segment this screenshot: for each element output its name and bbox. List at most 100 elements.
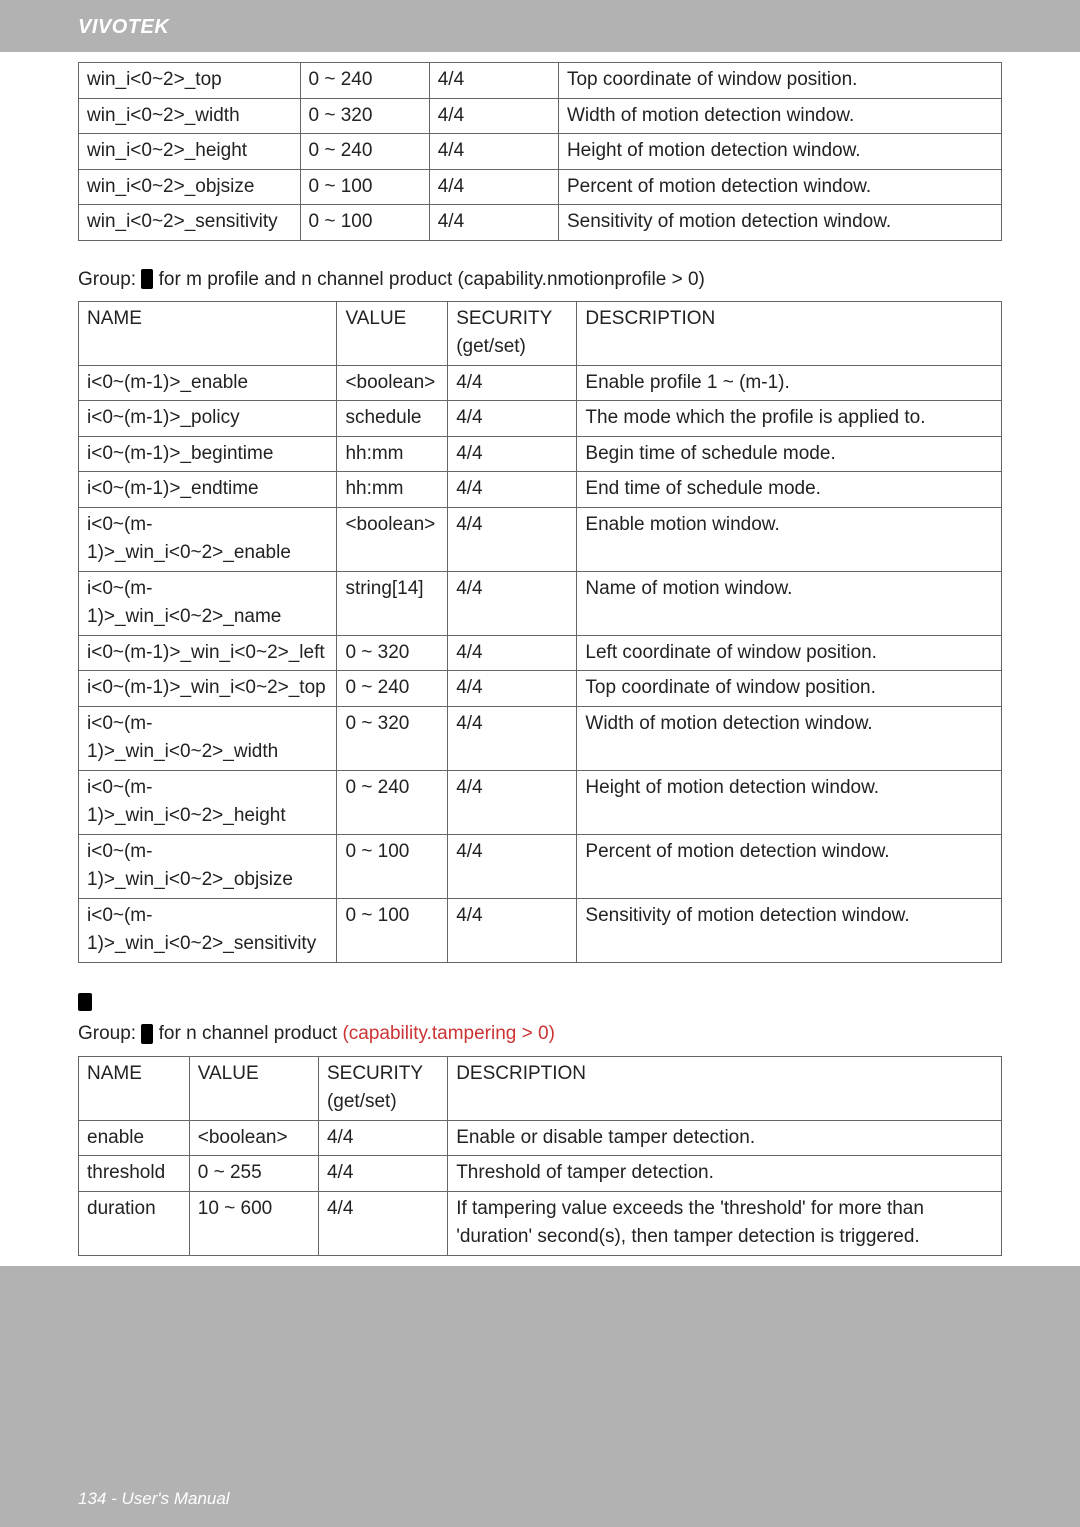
table-motion-profile: NAME VALUE SECURITY (get/set) DESCRIPTIO… — [78, 301, 1002, 963]
cell-security: 4/4 — [318, 1120, 447, 1156]
cell-description: Sensitivity of motion detection window. — [577, 898, 1002, 962]
cell-description: Enable or disable tamper detection. — [448, 1120, 1002, 1156]
cell-description: Enable motion window. — [577, 507, 1002, 571]
table-row: i<0~(m-1)>_win_i<0~2>_height0 ~ 2404/4He… — [79, 770, 1002, 834]
table-row: win_i<0~2>_height0 ~ 2404/4Height of mot… — [79, 134, 1002, 170]
cell-description: Sensitivity of motion detection window. — [558, 205, 1001, 241]
cell-value: 0 ~ 320 — [337, 706, 448, 770]
cell-security: 4/4 — [448, 635, 577, 671]
cell-description: If tampering value exceeds the 'threshol… — [448, 1191, 1002, 1255]
cell-name: i<0~(m-1)>_begintime — [79, 436, 337, 472]
cell-name: i<0~(m-1)>_win_i<0~2>_objsize — [79, 834, 337, 898]
cell-name: i<0~(m-1)>_win_i<0~2>_left — [79, 635, 337, 671]
col-value: VALUE — [189, 1056, 318, 1120]
cell-description: Width of motion detection window. — [577, 706, 1002, 770]
cell-value: hh:mm — [337, 472, 448, 508]
cell-value: 0 ~ 320 — [300, 98, 429, 134]
cell-security: 4/4 — [429, 63, 558, 99]
cell-name: i<0~(m-1)>_win_i<0~2>_name — [79, 571, 337, 635]
cell-value: 0 ~ 100 — [337, 834, 448, 898]
cell-name: win_i<0~2>_objsize — [79, 169, 301, 205]
table-row: threshold0 ~ 2554/4Threshold of tamper d… — [79, 1156, 1002, 1192]
cell-description: Width of motion detection window. — [558, 98, 1001, 134]
cell-value: <boolean> — [337, 365, 448, 401]
table-tampering: NAME VALUE SECURITY (get/set) DESCRIPTIO… — [78, 1056, 1002, 1256]
table-row: win_i<0~2>_top0 ~ 2404/4Top coordinate o… — [79, 63, 1002, 99]
cell-value: 0 ~ 240 — [337, 770, 448, 834]
cell-value: 0 ~ 100 — [300, 205, 429, 241]
cell-description: Left coordinate of window position. — [577, 635, 1002, 671]
brand-logo: VIVOTEK — [0, 0, 1080, 39]
cell-security: 4/4 — [448, 401, 577, 437]
cell-security: 4/4 — [448, 571, 577, 635]
col-security: SECURITY (get/set) — [448, 301, 577, 365]
table-row: i<0~(m-1)>_win_i<0~2>_width0 ~ 3204/4Wid… — [79, 706, 1002, 770]
cell-security: 4/4 — [318, 1156, 447, 1192]
page: VIVOTEK win_i<0~2>_top0 ~ 2404/4Top coor… — [0, 0, 1080, 1527]
cell-name: win_i<0~2>_width — [79, 98, 301, 134]
cell-security: 4/4 — [448, 671, 577, 707]
cell-value: <boolean> — [189, 1120, 318, 1156]
redacted-icon — [141, 269, 153, 289]
table-row: i<0~(m-1)>_win_i<0~2>_sensitivity0 ~ 100… — [79, 898, 1002, 962]
section-motion-profile-heading: Group: for m profile and n channel produ… — [78, 265, 1002, 295]
table-row: win_i<0~2>_objsize0 ~ 1004/4Percent of m… — [79, 169, 1002, 205]
col-value: VALUE — [337, 301, 448, 365]
col-security: SECURITY (get/set) — [318, 1056, 447, 1120]
cell-description: Enable profile 1 ~ (m-1). — [577, 365, 1002, 401]
group-label: Group: — [78, 269, 136, 290]
col-description: DESCRIPTION — [448, 1056, 1002, 1120]
cell-value: 0 ~ 320 — [337, 635, 448, 671]
cell-description: End time of schedule mode. — [577, 472, 1002, 508]
table-row: i<0~(m-1)>_win_i<0~2>_left0 ~ 3204/4Left… — [79, 635, 1002, 671]
cell-security: 4/4 — [448, 834, 577, 898]
cell-value: 0 ~ 240 — [337, 671, 448, 707]
table-row: i<0~(m-1)>_win_i<0~2>_enable<boolean>4/4… — [79, 507, 1002, 571]
cell-value: string[14] — [337, 571, 448, 635]
table-row: i<0~(m-1)>_enable<boolean>4/4Enable prof… — [79, 365, 1002, 401]
cell-security: 4/4 — [318, 1191, 447, 1255]
cell-name: i<0~(m-1)>_endtime — [79, 472, 337, 508]
cell-value: <boolean> — [337, 507, 448, 571]
cell-name: i<0~(m-1)>_win_i<0~2>_sensitivity — [79, 898, 337, 962]
cell-name: i<0~(m-1)>_win_i<0~2>_width — [79, 706, 337, 770]
cell-name: win_i<0~2>_top — [79, 63, 301, 99]
table-header-row: NAME VALUE SECURITY (get/set) DESCRIPTIO… — [79, 301, 1002, 365]
table-row: i<0~(m-1)>_win_i<0~2>_namestring[14]4/4N… — [79, 571, 1002, 635]
cell-description: Name of motion window. — [577, 571, 1002, 635]
cell-value: 0 ~ 255 — [189, 1156, 318, 1192]
page-footer: 134 - User's Manual — [78, 1489, 230, 1509]
cell-description: Height of motion detection window. — [558, 134, 1001, 170]
section-tampering-heading: Group: for n channel product (capability… — [78, 1019, 1002, 1049]
cell-security: 4/4 — [429, 98, 558, 134]
table-row: i<0~(m-1)>_policyschedule4/4The mode whi… — [79, 401, 1002, 437]
table-row: duration10 ~ 6004/4If tampering value ex… — [79, 1191, 1002, 1255]
cell-name: threshold — [79, 1156, 190, 1192]
table-row: i<0~(m-1)>_begintimehh:mm4/4Begin time o… — [79, 436, 1002, 472]
col-name: NAME — [79, 301, 337, 365]
cell-security: 4/4 — [448, 507, 577, 571]
cell-name: i<0~(m-1)>_enable — [79, 365, 337, 401]
cell-security: 4/4 — [429, 205, 558, 241]
table-row: i<0~(m-1)>_win_i<0~2>_objsize0 ~ 1004/4P… — [79, 834, 1002, 898]
table-row: win_i<0~2>_sensitivity0 ~ 1004/4Sensitiv… — [79, 205, 1002, 241]
cell-security: 4/4 — [448, 436, 577, 472]
cell-name: enable — [79, 1120, 190, 1156]
cell-name: i<0~(m-1)>_win_i<0~2>_enable — [79, 507, 337, 571]
cell-security: 4/4 — [448, 706, 577, 770]
cell-description: The mode which the profile is applied to… — [577, 401, 1002, 437]
cell-description: Threshold of tamper detection. — [448, 1156, 1002, 1192]
sheet: win_i<0~2>_top0 ~ 2404/4Top coordinate o… — [0, 52, 1080, 1266]
col-description: DESCRIPTION — [577, 301, 1002, 365]
redacted-icon — [141, 1024, 153, 1044]
cell-description: Top coordinate of window position. — [577, 671, 1002, 707]
content: win_i<0~2>_top0 ~ 2404/4Top coordinate o… — [0, 52, 1080, 1256]
cell-value: 10 ~ 600 — [189, 1191, 318, 1255]
cell-security: 4/4 — [429, 169, 558, 205]
section-icon — [78, 993, 92, 1011]
table-row: win_i<0~2>_width0 ~ 3204/4Width of motio… — [79, 98, 1002, 134]
table-header-row: NAME VALUE SECURITY (get/set) DESCRIPTIO… — [79, 1056, 1002, 1120]
cell-name: win_i<0~2>_sensitivity — [79, 205, 301, 241]
capability-note: (capability.tampering > 0) — [342, 1023, 554, 1044]
cell-description: Percent of motion detection window. — [558, 169, 1001, 205]
